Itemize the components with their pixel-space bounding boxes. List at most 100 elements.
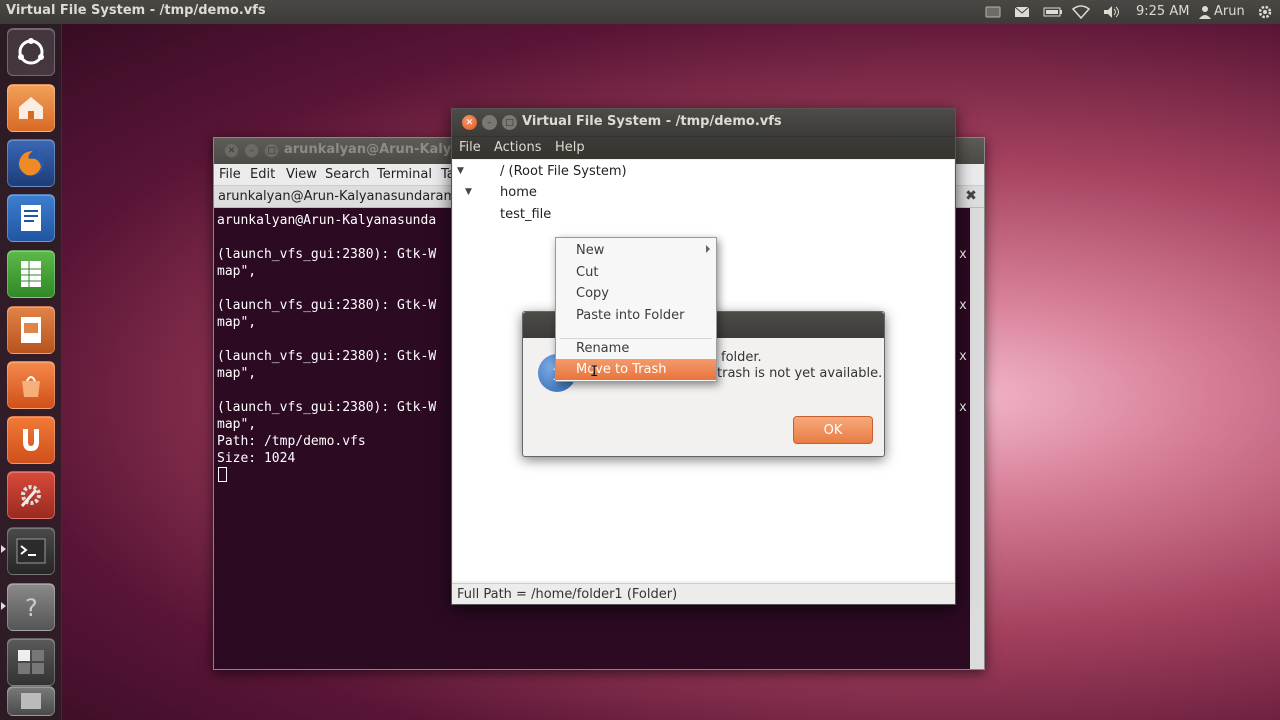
home-folder-icon <box>19 97 43 119</box>
workspace-switcher-button[interactable] <box>7 638 55 686</box>
dialog-message-line: trash is not yet available. <box>717 366 883 381</box>
terminal-line: (launch_vfs_gui:2380): Gtk-W <box>217 349 437 364</box>
terminal-line: arunkalyan@Arun-Kalyanasunda <box>217 213 437 228</box>
menu-help[interactable]: Help <box>555 140 585 155</box>
minimize-icon[interactable]: – <box>482 115 497 130</box>
help-button[interactable]: ? <box>7 583 55 631</box>
terminal-icon <box>16 538 46 564</box>
maximize-icon[interactable]: □ <box>264 143 279 158</box>
calc-button[interactable] <box>7 250 55 298</box>
menu-actions[interactable]: Actions <box>494 140 542 155</box>
user-menu[interactable]: Arun <box>1214 4 1245 19</box>
gear-icon[interactable] <box>1256 4 1274 20</box>
terminal-cursor <box>218 467 227 482</box>
close-icon[interactable]: ✕ <box>462 115 477 130</box>
terminal-edge-char: x <box>959 400 967 415</box>
dash-home-button[interactable] <box>7 28 55 76</box>
terminal-line: map", <box>217 366 257 381</box>
user-icon <box>1198 4 1212 20</box>
home-folder-button[interactable] <box>7 84 55 132</box>
question-mark-icon: ? <box>25 594 38 622</box>
ok-button[interactable]: OK <box>793 416 873 444</box>
minimize-icon[interactable]: – <box>244 143 259 158</box>
writer-button[interactable] <box>7 194 55 242</box>
menu-item-label: Rename <box>576 341 630 356</box>
menu-item-label: Cut <box>576 265 599 280</box>
menu-item-new[interactable]: New <box>556 240 716 261</box>
active-window-title: Virtual File System - /tmp/demo.vfs <box>6 3 266 18</box>
vfs-menubar: File Actions Help <box>452 137 955 159</box>
running-indicator <box>1 545 6 553</box>
terminal-line: Path: /tmp/demo.vfs <box>217 434 366 449</box>
menu-item-label: New <box>576 243 605 258</box>
menu-view[interactable]: View <box>286 167 317 182</box>
shopping-bag-icon <box>22 376 40 397</box>
ubuntu-one-button[interactable] <box>7 416 55 464</box>
settings-tools-icon <box>20 485 41 507</box>
terminal-title: arunkalyan@Arun-Kalyan <box>284 142 470 157</box>
volume-icon[interactable] <box>1102 4 1122 20</box>
terminal-edge-char: x <box>959 247 967 262</box>
clock[interactable]: 9:25 AM <box>1136 4 1189 19</box>
tree-item-root[interactable]: / (Root File System) <box>500 164 627 179</box>
spreadsheet-icon <box>21 261 41 287</box>
status-bar: Full Path = /home/folder1 (Folder) <box>452 583 955 604</box>
terminal-line: (launch_vfs_gui:2380): Gtk-W <box>217 298 437 313</box>
vfs-titlebar[interactable]: ✕ – □ Virtual File System - /tmp/demo.vf… <box>452 109 955 137</box>
expander-down-icon[interactable]: ▼ <box>457 166 464 176</box>
terminal-button[interactable] <box>7 527 55 575</box>
indicator-icon[interactable] <box>984 4 1002 20</box>
firefox-icon <box>18 150 44 176</box>
terminal-line: map", <box>217 315 257 330</box>
status-text: Full Path = /home/folder1 (Folder) <box>457 587 678 602</box>
ubuntu-one-icon <box>23 429 39 451</box>
svg-text:?: ? <box>25 594 38 622</box>
menu-file[interactable]: File <box>459 140 481 155</box>
tree-item-test-file[interactable]: test_file <box>500 207 551 222</box>
menu-item-move-to-trash[interactable]: Move to Trash <box>556 359 716 380</box>
terminal-line: map", <box>217 264 257 279</box>
firefox-button[interactable] <box>7 139 55 187</box>
terminal-edge-char: x <box>959 298 967 313</box>
tab-terminal[interactable]: arunkalyan@Arun-Kalyanasundaram: <box>218 189 461 204</box>
context-menu: New Cut Copy Paste into Folder Rename Mo… <box>555 237 717 382</box>
ubuntu-logo-icon <box>18 38 44 65</box>
impress-button[interactable] <box>7 306 55 354</box>
menu-item-label: Copy <box>576 286 609 301</box>
text-cursor-icon: I <box>590 364 599 380</box>
software-center-button[interactable] <box>7 361 55 409</box>
menu-edit[interactable]: Edit <box>250 167 275 182</box>
close-tab-icon[interactable]: ✖ <box>963 188 979 204</box>
trash-icon <box>21 693 41 709</box>
terminal-line: (launch_vfs_gui:2380): Gtk-W <box>217 247 437 262</box>
top-panel: Virtual File System - /tmp/demo.vfs 9:25… <box>0 0 1280 24</box>
trash-button[interactable] <box>7 686 55 716</box>
terminal-line: Size: 1024 <box>217 451 296 466</box>
close-icon[interactable]: ✕ <box>224 143 239 158</box>
menu-terminal[interactable]: Terminal <box>377 167 432 182</box>
menu-item-rename[interactable]: Rename <box>556 338 716 359</box>
terminal-scrollbar[interactable] <box>970 208 984 669</box>
system-settings-button[interactable] <box>7 471 55 519</box>
menu-item-cut[interactable]: Cut <box>556 262 716 283</box>
menu-file[interactable]: File <box>219 167 241 182</box>
terminal-edge-char: x <box>959 349 967 364</box>
launcher: ? <box>0 24 62 720</box>
running-indicator <box>1 602 6 610</box>
battery-icon[interactable] <box>1043 4 1063 20</box>
workspace-icon <box>18 650 44 674</box>
presentation-icon <box>21 317 41 343</box>
maximize-icon[interactable]: □ <box>502 115 517 130</box>
mail-icon[interactable] <box>1013 4 1031 20</box>
submenu-arrow-icon <box>706 245 710 253</box>
terminal-line: (launch_vfs_gui:2380): Gtk-W <box>217 400 437 415</box>
terminal-line: map", <box>217 417 257 432</box>
menu-search[interactable]: Search <box>325 167 370 182</box>
wifi-icon[interactable] <box>1071 4 1091 20</box>
tree-item-home[interactable]: home <box>500 185 537 200</box>
expander-down-icon[interactable]: ▼ <box>465 187 472 197</box>
menu-item-paste-into-folder[interactable]: Paste into Folder <box>556 305 716 326</box>
dialog-message-line: folder. <box>721 350 762 365</box>
document-icon <box>21 205 41 231</box>
menu-item-copy[interactable]: Copy <box>556 283 716 304</box>
